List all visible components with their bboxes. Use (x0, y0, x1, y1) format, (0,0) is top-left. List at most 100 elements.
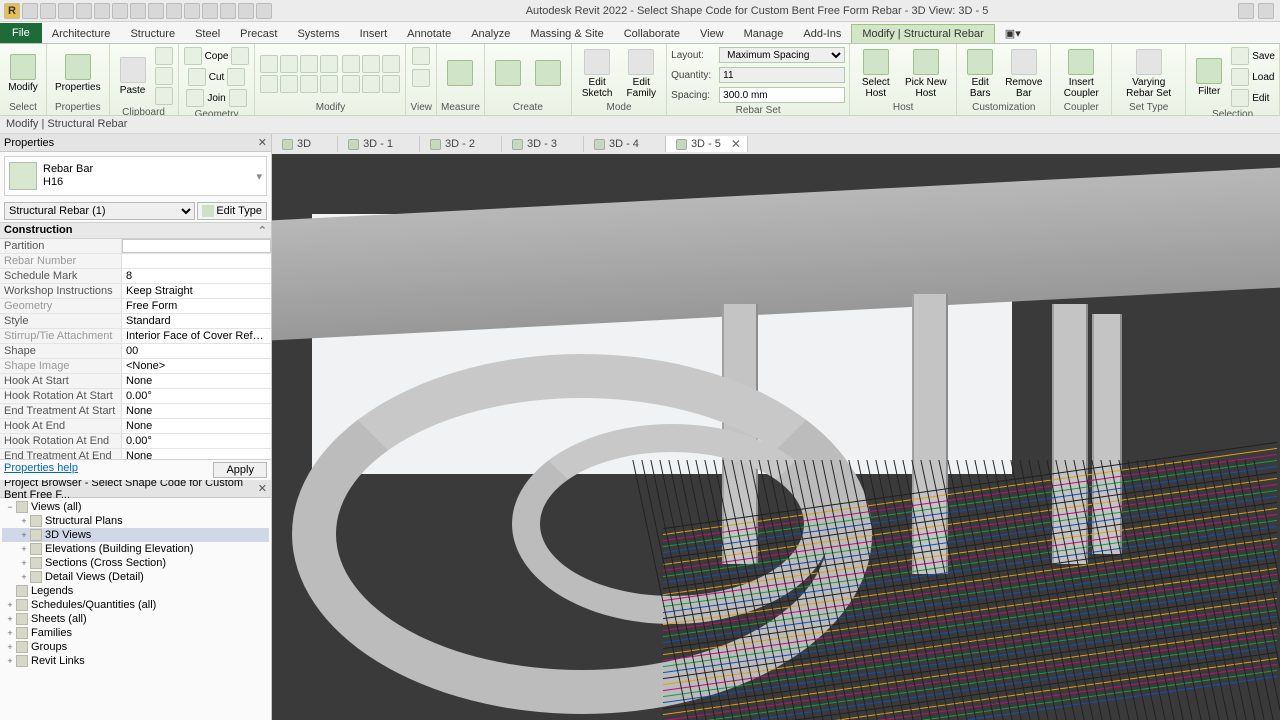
load-sel-icon[interactable] (1231, 68, 1249, 86)
view-hide-icon[interactable] (412, 47, 430, 65)
view-tab[interactable]: 3D - 1 (338, 136, 420, 152)
tree-item[interactable]: +Families (2, 626, 269, 640)
prop-value[interactable]: None (122, 374, 271, 388)
qat-switch-windows-icon[interactable] (256, 3, 272, 19)
view-tab[interactable]: 3D - 3 (502, 136, 584, 152)
tab-systems[interactable]: Systems (287, 25, 349, 43)
tab-modify-structural-rebar[interactable]: Modify | Structural Rebar (851, 24, 994, 43)
prop-row[interactable]: Partition (0, 239, 271, 254)
browser-close-icon[interactable]: ✕ (258, 482, 267, 495)
group-icon[interactable] (382, 75, 400, 93)
qat-open-icon[interactable] (22, 3, 38, 19)
cope-opt-icon[interactable] (231, 47, 249, 65)
view-tab[interactable]: 3D (272, 136, 338, 152)
prop-row[interactable]: Hook At EndNone (0, 419, 271, 434)
qat-dimension-icon[interactable] (148, 3, 164, 19)
prop-row[interactable]: End Treatment At StartNone (0, 404, 271, 419)
unpin-icon[interactable] (342, 75, 360, 93)
expand-icon[interactable]: + (4, 656, 16, 666)
info-center-icon[interactable] (1238, 3, 1254, 19)
prop-value[interactable]: None (122, 404, 271, 418)
create-button[interactable] (489, 58, 527, 90)
prop-row[interactable]: Rebar Number (0, 254, 271, 269)
prop-row[interactable]: Shape00 (0, 344, 271, 359)
split-icon[interactable] (320, 75, 338, 93)
expand-icon[interactable]: + (4, 600, 16, 610)
qat-save-icon[interactable] (40, 3, 56, 19)
rotate-icon[interactable] (300, 55, 318, 73)
qat-measure-icon[interactable] (130, 3, 146, 19)
edit-type-button[interactable]: Edit Type (197, 202, 267, 220)
offset-icon[interactable] (280, 75, 298, 93)
move-icon[interactable] (260, 55, 278, 73)
qat-undo-icon[interactable] (76, 3, 92, 19)
tab-collaborate[interactable]: Collaborate (614, 25, 690, 43)
copy-icon[interactable] (280, 55, 298, 73)
copy-clipboard-icon[interactable] (155, 67, 173, 85)
cut-opt-icon[interactable] (227, 68, 245, 86)
prop-row[interactable]: End Treatment At EndNone (0, 449, 271, 459)
expand-icon[interactable]: + (18, 558, 30, 568)
join-geom-icon[interactable] (186, 89, 204, 107)
layout-select[interactable]: Maximum Spacing (719, 47, 845, 63)
tab-precast[interactable]: Precast (230, 25, 287, 43)
expand-icon[interactable]: + (4, 628, 16, 638)
tab-structure[interactable]: Structure (120, 25, 185, 43)
tab-massing-site[interactable]: Massing & Site (520, 25, 613, 43)
view-override-icon[interactable] (412, 69, 430, 87)
prop-value[interactable]: Keep Straight (122, 284, 271, 298)
tree-item[interactable]: +Groups (2, 640, 269, 654)
tab-analyze[interactable]: Analyze (461, 25, 520, 43)
prop-value[interactable] (122, 239, 271, 253)
prop-row[interactable]: GeometryFree Form (0, 299, 271, 314)
3d-viewport[interactable] (272, 154, 1280, 720)
save-sel-icon[interactable] (1231, 47, 1249, 65)
cut-geom-icon[interactable] (188, 68, 206, 86)
prop-row[interactable]: Stirrup/Tie AttachmentInterior Face of C… (0, 329, 271, 344)
qat-close-hidden-icon[interactable] (238, 3, 254, 19)
type-selector[interactable]: Rebar Bar H16 ▾ (4, 156, 267, 196)
join-opt-icon[interactable] (229, 89, 247, 107)
remove-bar-button[interactable]: Remove Bar (1001, 47, 1046, 101)
tree-item[interactable]: +Sections (Cross Section) (2, 556, 269, 570)
properties-help-link[interactable]: Properties help (4, 462, 78, 478)
tab-view[interactable]: View (690, 25, 734, 43)
properties-filter-select[interactable]: Structural Rebar (1) (4, 202, 195, 220)
qat-redo-icon[interactable] (94, 3, 110, 19)
prop-value[interactable]: <None> (122, 359, 271, 373)
tree-item[interactable]: +Elevations (Building Elevation) (2, 542, 269, 556)
trim-icon[interactable] (320, 55, 338, 73)
expand-icon[interactable]: + (18, 516, 30, 526)
mirror-icon[interactable] (260, 75, 278, 93)
tab-annotate[interactable]: Annotate (397, 25, 461, 43)
quantity-input[interactable] (719, 67, 845, 83)
filter-button[interactable]: Filter (1190, 56, 1228, 99)
prop-value[interactable]: Free Form (122, 299, 271, 313)
prop-category-construction[interactable]: Construction⌃ (0, 223, 271, 239)
select-host-button[interactable]: Select Host (854, 47, 897, 101)
prop-value[interactable]: Interior Face of Cover Refer... (122, 329, 271, 343)
qat-thin-lines-icon[interactable] (220, 3, 236, 19)
prop-value[interactable]: 0.00° (122, 434, 271, 448)
tab-file[interactable]: File (0, 23, 42, 43)
prop-value[interactable]: 8 (122, 269, 271, 283)
modify-button[interactable]: Modify (4, 52, 42, 95)
tree-item[interactable]: +Sheets (all) (2, 612, 269, 626)
tree-item[interactable]: Legends (2, 584, 269, 598)
view-tab[interactable]: 3D - 4 (584, 136, 666, 152)
qat-section-icon[interactable] (202, 3, 218, 19)
pin-icon[interactable] (382, 55, 400, 73)
prop-row[interactable]: Schedule Mark8 (0, 269, 271, 284)
prop-row[interactable]: Hook Rotation At End0.00° (0, 434, 271, 449)
tab-addins[interactable]: Add-Ins (793, 25, 851, 43)
close-tab-icon[interactable]: ✕ (731, 137, 741, 151)
expand-icon[interactable]: + (18, 544, 30, 554)
qat-sync-icon[interactable] (58, 3, 74, 19)
cope-icon[interactable] (184, 47, 202, 65)
prop-value[interactable]: 00 (122, 344, 271, 358)
expand-icon[interactable]: + (4, 642, 16, 652)
match-type-icon[interactable] (155, 87, 173, 105)
apply-button[interactable]: Apply (213, 462, 267, 478)
create-similar-button[interactable] (529, 58, 567, 90)
prop-value[interactable]: 0.00° (122, 389, 271, 403)
